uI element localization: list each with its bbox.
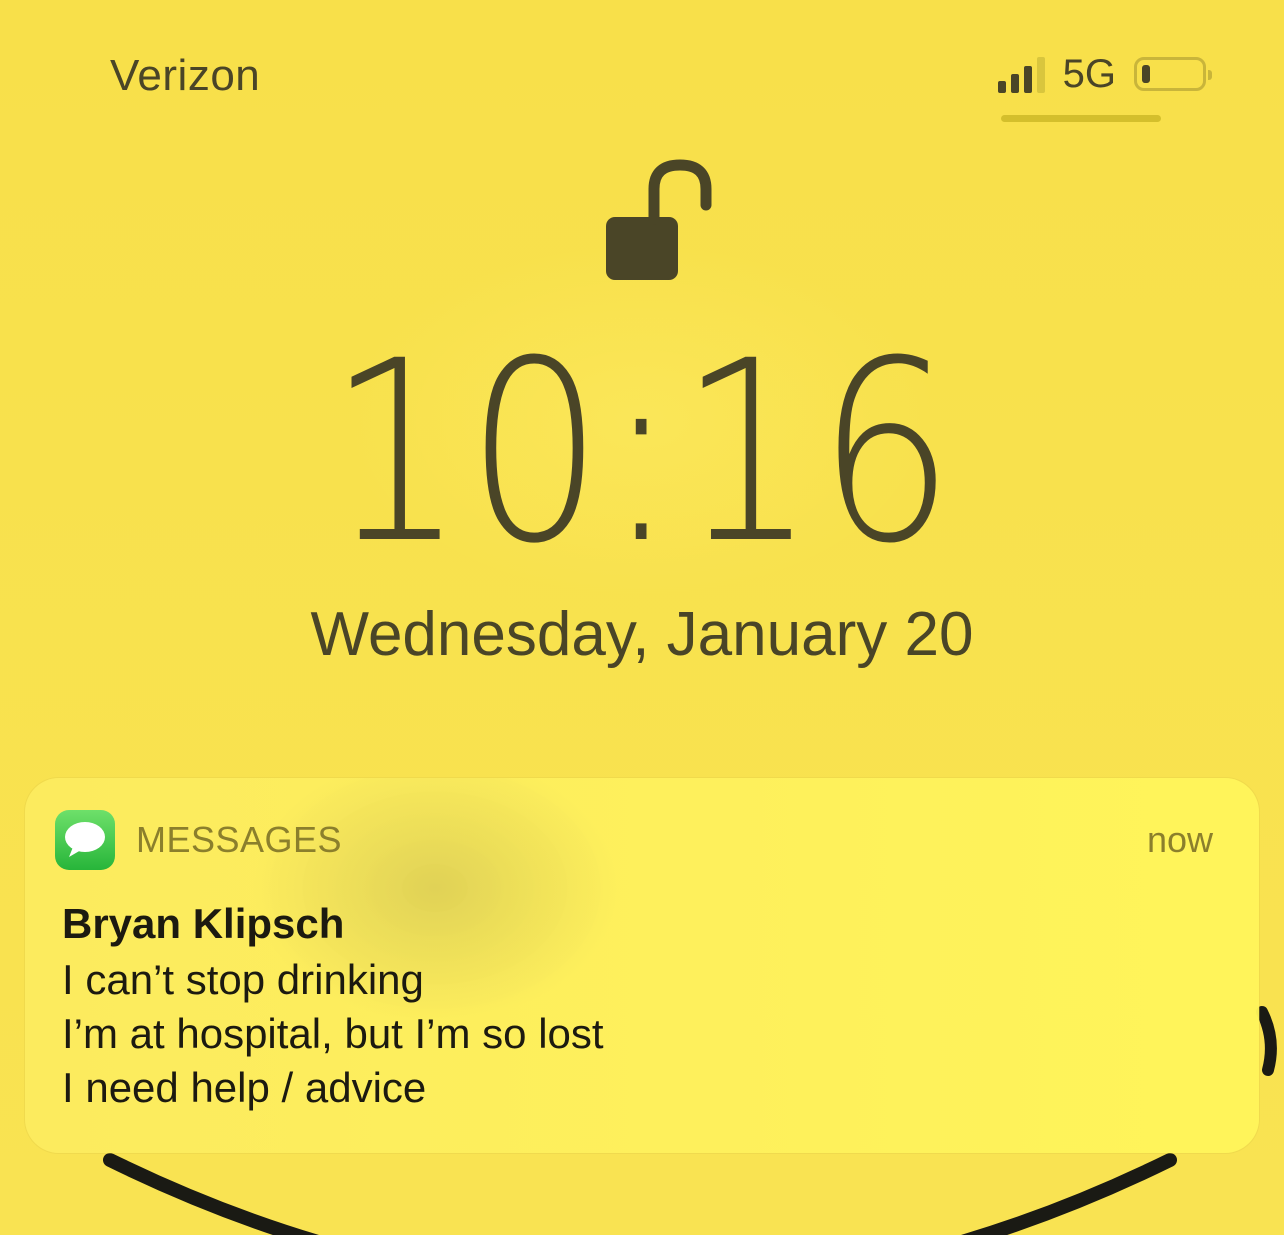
message-line: I can’t stop drinking (62, 956, 424, 1003)
message-line: I need help / advice (62, 1064, 427, 1111)
notification-sender: Bryan Klipsch (62, 900, 345, 947)
network-type: 5G (1062, 52, 1116, 96)
status-indicators: 5G (997, 50, 1212, 98)
carrier-name: Verizon (110, 51, 261, 100)
message-notification[interactable]: MESSAGES now Bryan Klipsch I can’t stop … (25, 778, 1259, 1153)
messages-icon (55, 810, 115, 870)
notification-timestamp: now (1146, 819, 1213, 860)
battery-icon (1134, 57, 1212, 91)
notification-message-body: I can’t stop drinking I’m at hospital, b… (62, 953, 604, 1115)
signal-strength-icon (997, 55, 1045, 93)
notification-app-name: MESSAGES (136, 819, 343, 860)
lock-screen-date: Wednesday, January 20 (310, 600, 974, 669)
message-line: I’m at hospital, but I’m so lost (62, 1010, 604, 1057)
unlocked-padlock-icon (606, 159, 712, 280)
control-center-indicator[interactable] (1001, 115, 1161, 122)
lock-screen-time: 10:16 (327, 307, 957, 598)
